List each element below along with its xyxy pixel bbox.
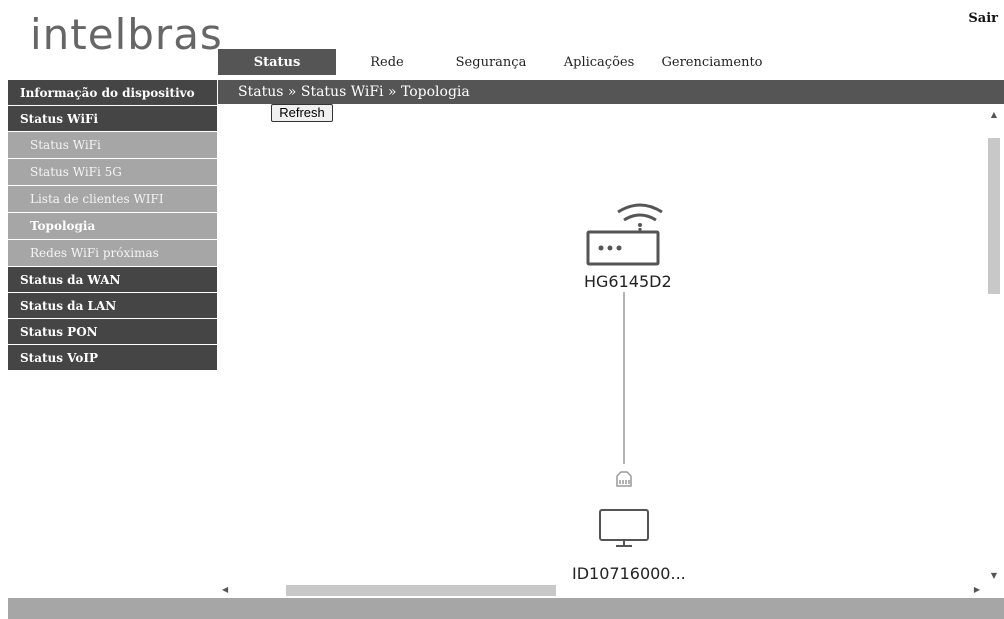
brand-logo: intelbras [30, 10, 223, 59]
sidebar-item-status-wan[interactable]: Status da WAN [8, 267, 217, 293]
sidebar-item-status-wifi[interactable]: Status WiFi [8, 106, 217, 132]
sidebar-subitem-topologia[interactable]: Topologia [8, 213, 217, 240]
tab-seguranca[interactable]: Segurança [438, 49, 544, 75]
sidebar: Informação do dispositivo Status WiFi St… [8, 80, 217, 371]
client-label: ID10716000... [572, 564, 686, 583]
footer-bar [8, 598, 1004, 619]
vertical-scrollbar[interactable]: ▲ ▼ [986, 108, 1002, 582]
logout-link[interactable]: Sair [968, 11, 998, 26]
router-icon[interactable] [586, 203, 663, 266]
breadcrumb: Status » Status WiFi » Topologia [218, 80, 1004, 104]
router-label: HG6145D2 [584, 272, 672, 291]
monitor-icon[interactable] [599, 509, 649, 547]
sidebar-subitem-redes-proximas[interactable]: Redes WiFi próximas [8, 240, 217, 267]
tab-status[interactable]: Status [218, 49, 336, 75]
tab-rede[interactable]: Rede [336, 49, 438, 75]
sidebar-subitem-status-wifi-5g[interactable]: Status WiFi 5G [8, 159, 217, 186]
scroll-left-icon[interactable]: ◀ [222, 582, 228, 598]
sidebar-item-informacao-dispositivo[interactable]: Informação do dispositivo [8, 80, 217, 106]
horizontal-scrollbar[interactable]: ◀ ▶ [218, 582, 984, 598]
tab-gerenciamento[interactable]: Gerenciamento [654, 49, 770, 75]
horizontal-scroll-thumb[interactable] [286, 585, 556, 596]
top-navigation: Status Rede Segurança Aplicações Gerenci… [218, 49, 1004, 75]
topology-panel: Refresh HG6145D2 ID10716000... ▲ ▼ ◀ ▶ [218, 104, 1004, 598]
sidebar-subitem-lista-clientes[interactable]: Lista de clientes WIFI [8, 186, 217, 213]
scroll-down-icon[interactable]: ▼ [986, 571, 1002, 580]
topology-diagram [586, 203, 663, 547]
tab-aplicacoes[interactable]: Aplicações [544, 49, 654, 75]
sidebar-subitem-status-wifi[interactable]: Status WiFi [8, 132, 217, 159]
vertical-scroll-thumb[interactable] [988, 138, 1000, 294]
ethernet-port-icon [616, 471, 632, 487]
scroll-up-icon[interactable]: ▲ [986, 110, 1002, 119]
sidebar-item-status-voip[interactable]: Status VoIP [8, 345, 217, 371]
sidebar-item-status-lan[interactable]: Status da LAN [8, 293, 217, 319]
sidebar-item-status-pon[interactable]: Status PON [8, 319, 217, 345]
scroll-right-icon[interactable]: ▶ [974, 582, 980, 598]
